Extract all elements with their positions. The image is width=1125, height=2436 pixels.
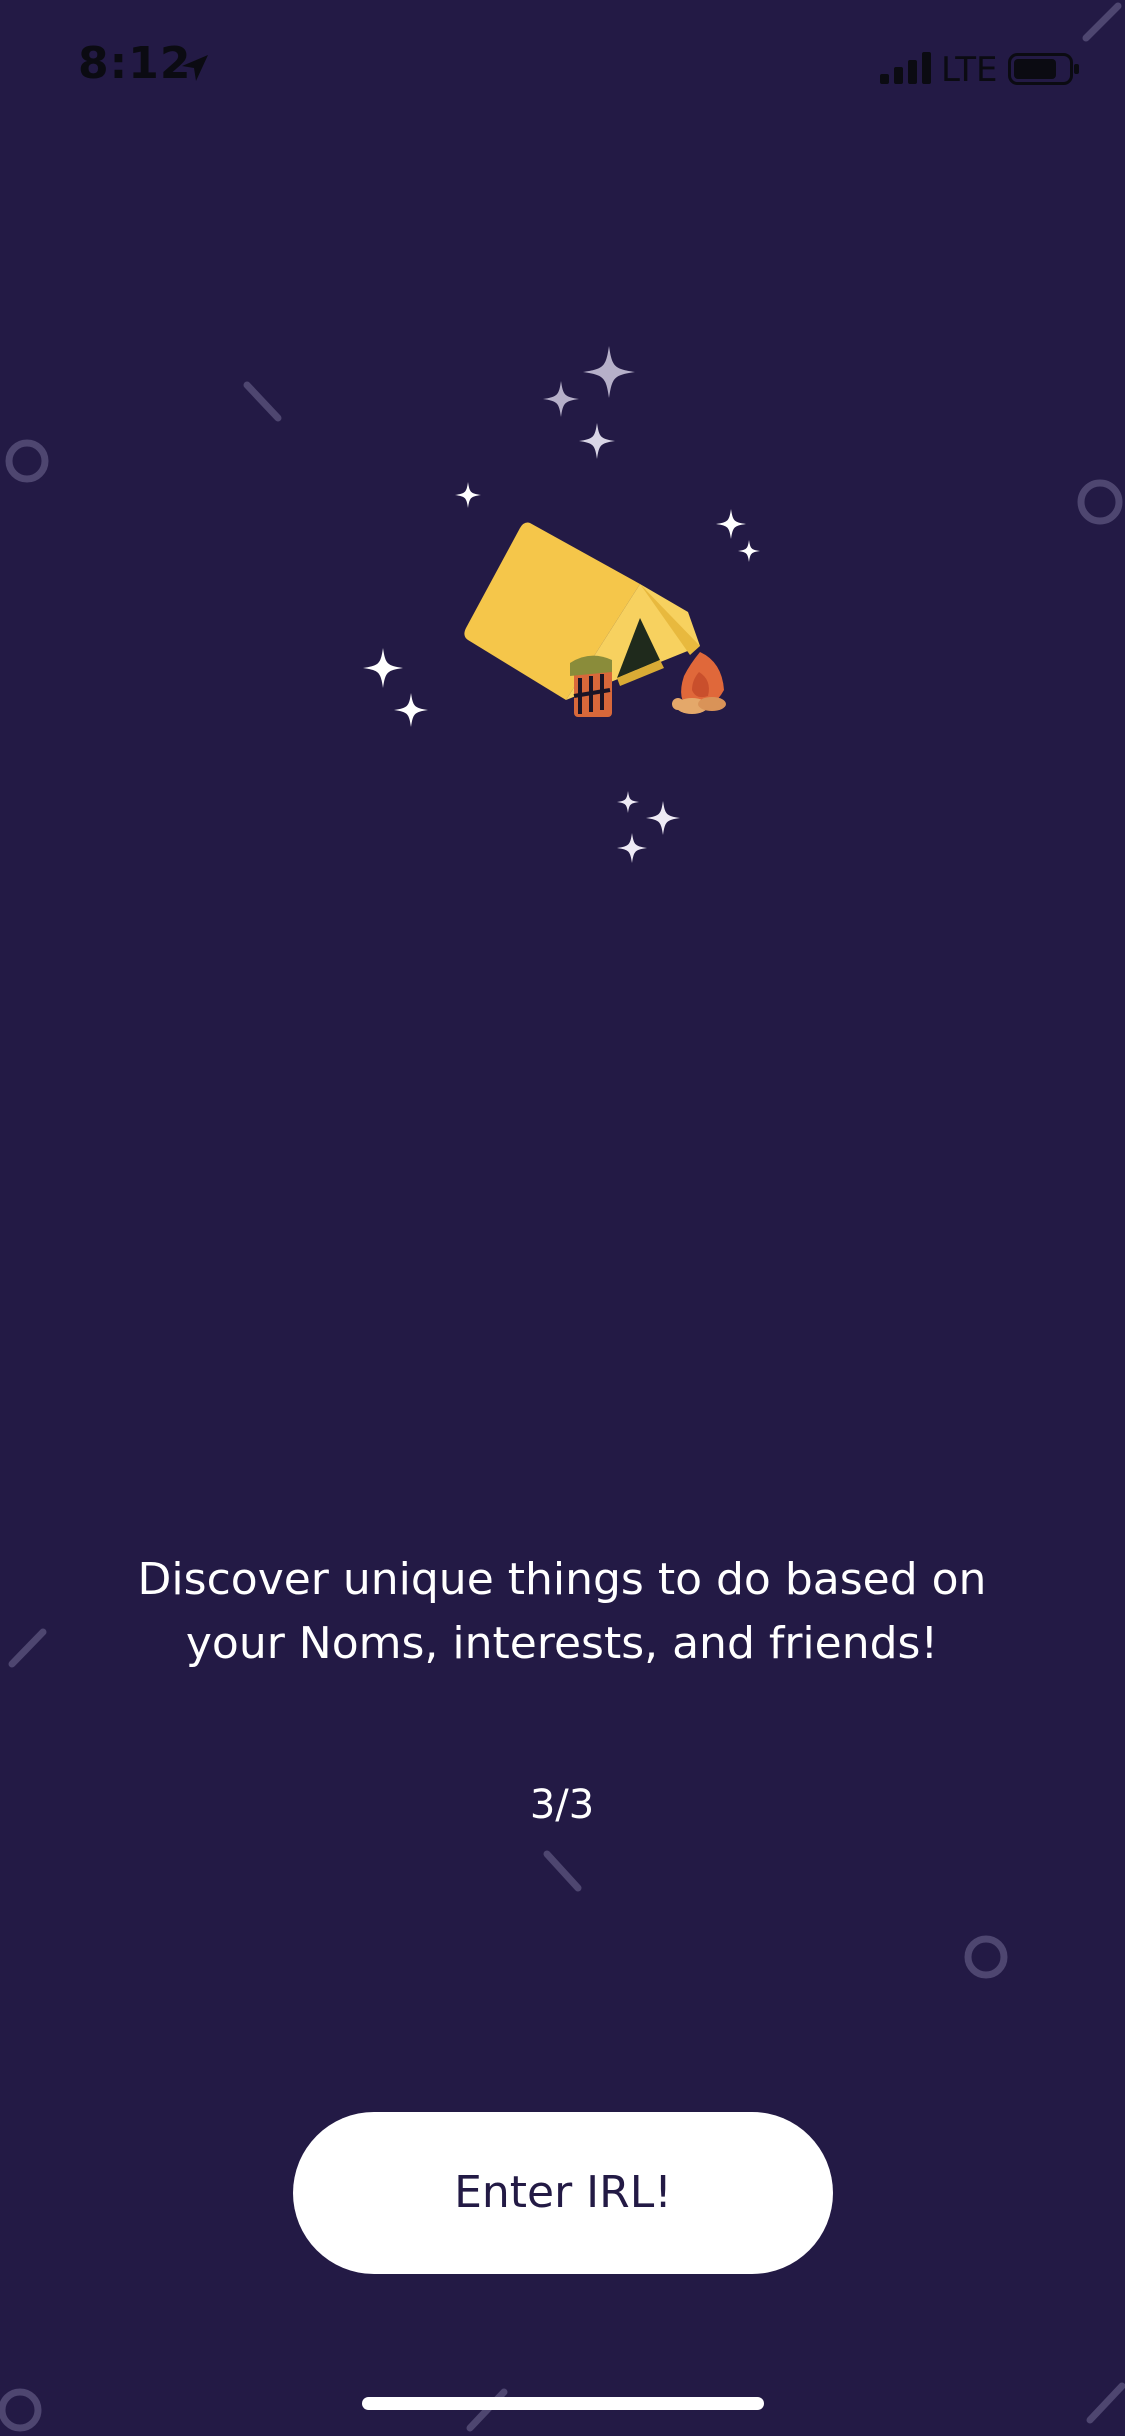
sparkle-icon	[716, 509, 746, 539]
onboarding-message: Discover unique things to do based on yo…	[112, 1548, 1012, 1676]
sparkle-icon	[617, 833, 647, 863]
enter-irl-button[interactable]: Enter IRL!	[293, 2112, 833, 2274]
sparkle-icon	[583, 346, 635, 398]
decor-line	[543, 1850, 582, 1892]
home-indicator[interactable]	[362, 2397, 764, 2410]
decor-ring	[964, 1935, 1008, 1979]
sparkle-icon	[394, 693, 428, 727]
onboarding-screen: 8:12 LTE Discover unique things to do ba…	[0, 0, 1125, 2436]
sparkle-icon	[363, 648, 403, 688]
page-indicator: 3/3	[529, 1782, 595, 1828]
sparkle-group-bottom	[617, 791, 680, 863]
decor-line	[8, 1628, 47, 1668]
campfire-icon	[672, 652, 726, 714]
sparkle-icon	[646, 801, 680, 835]
sparkle-icon	[738, 540, 760, 562]
onboarding-message-line2: your Noms, interests, and friends!	[185, 1618, 939, 1669]
decor-ring	[0, 2388, 42, 2432]
sparkle-icon	[617, 791, 639, 813]
sparkle-group-top	[543, 346, 635, 459]
fence-icon	[570, 655, 612, 717]
sparkle-icon	[543, 381, 579, 417]
sparkle-icon	[579, 423, 615, 459]
onboarding-message-line1: Discover unique things to do based on	[137, 1554, 987, 1605]
camping-tent-icon	[363, 346, 760, 863]
sparkle-icon	[455, 482, 481, 508]
decor-line	[1086, 2382, 1125, 2424]
